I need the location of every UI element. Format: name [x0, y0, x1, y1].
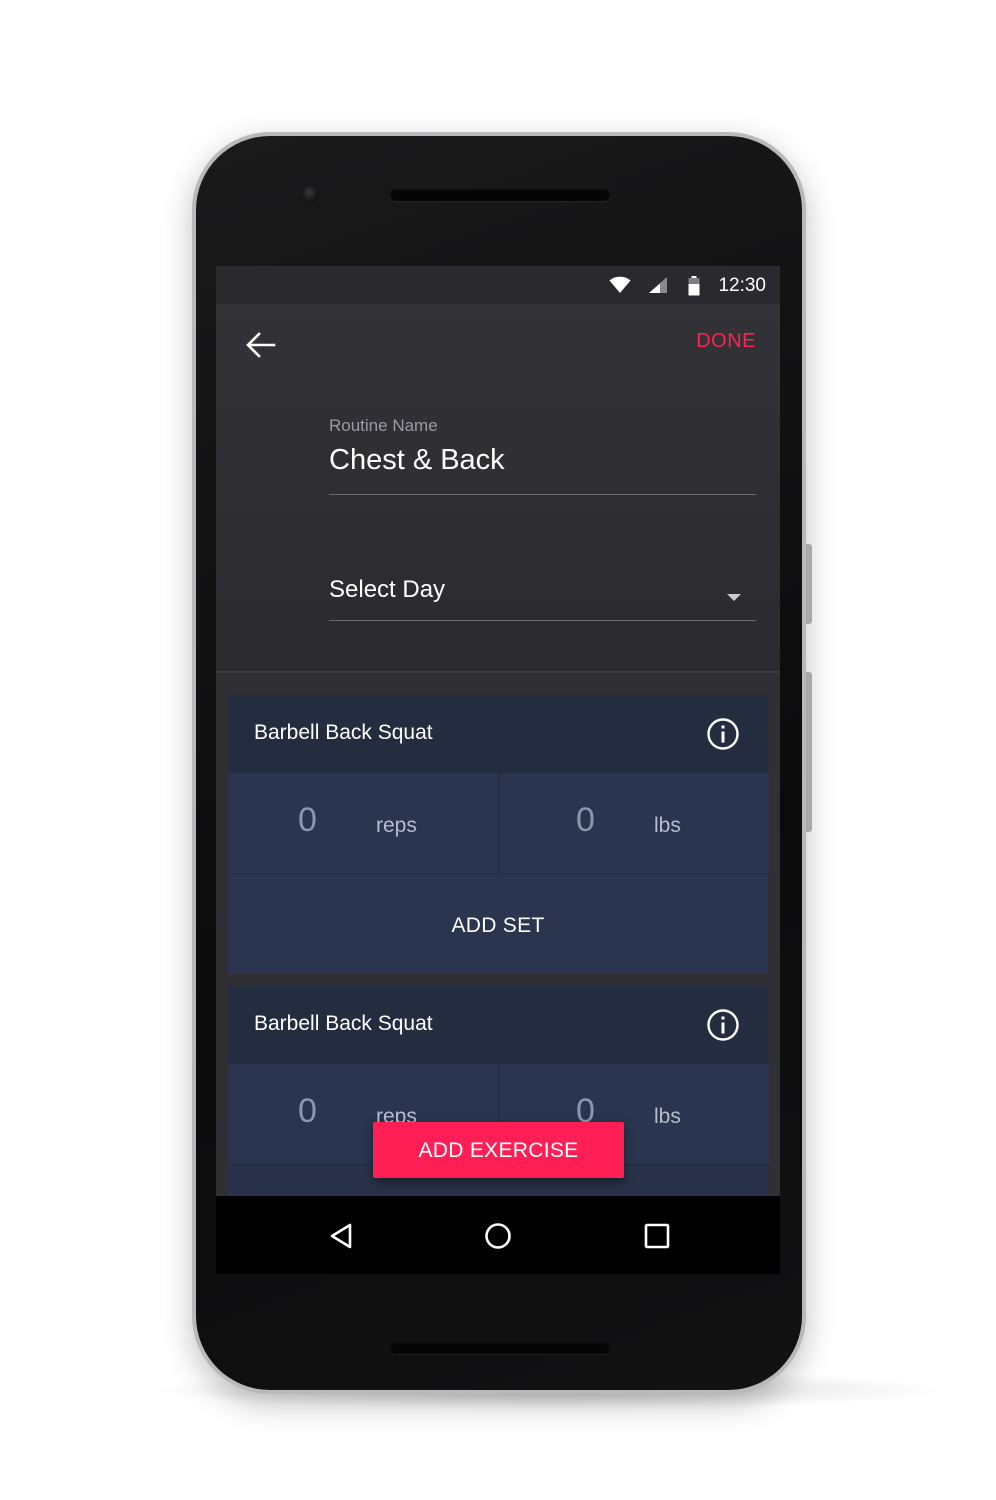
exercise-card: Barbell Back Squat 0 reps 0 lbs ADD SET [228, 695, 769, 974]
exercise-list: Barbell Back Squat 0 reps 0 lbs ADD SET [216, 673, 780, 1196]
add-exercise-button[interactable]: ADD EXERCISE [373, 1122, 624, 1178]
reps-unit: reps [376, 814, 417, 837]
weight-unit: lbs [654, 1105, 681, 1128]
system-nav-bar [216, 1196, 780, 1274]
reps-cell: 0 reps [228, 773, 498, 873]
bottom-speaker [390, 1342, 610, 1354]
add-set-button[interactable]: ADD SET [228, 874, 768, 974]
routine-name-underline [329, 494, 756, 495]
volume-button [806, 544, 812, 624]
app-screen: 12:30 DONE Routine Name Chest & Back Sel… [216, 266, 780, 1196]
home-circle-icon[interactable] [478, 1216, 518, 1256]
front-camera [303, 186, 319, 202]
info-icon[interactable] [706, 717, 740, 751]
exercise-card-header: Barbell Back Squat [228, 695, 768, 773]
select-day-dropdown[interactable]: Select Day [329, 576, 445, 604]
weight-unit: lbs [654, 814, 681, 837]
info-icon[interactable] [706, 1008, 740, 1042]
wifi-icon [609, 276, 631, 293]
cell-signal-icon [649, 277, 667, 293]
done-button[interactable]: DONE [696, 330, 756, 353]
routine-name-label: Routine Name [329, 416, 438, 435]
weight-cell: 0 lbs [499, 773, 769, 873]
weight-input[interactable]: 0 [576, 801, 595, 840]
exercise-title: Barbell Back Squat [254, 721, 433, 744]
power-button [806, 672, 812, 832]
routine-name-input[interactable]: Chest & Back [329, 444, 505, 477]
exercise-title: Barbell Back Squat [254, 1012, 433, 1035]
battery-icon [688, 276, 700, 296]
back-triangle-icon[interactable] [321, 1216, 361, 1256]
dropdown-arrow-icon[interactable] [727, 594, 741, 601]
arrow-back-icon[interactable] [244, 328, 278, 362]
reps-input[interactable]: 0 [298, 1092, 317, 1131]
select-day-underline [329, 620, 756, 621]
status-bar: 12:30 [216, 266, 780, 304]
exercise-card-header: Barbell Back Squat [228, 986, 768, 1064]
recents-square-icon[interactable] [637, 1216, 677, 1256]
reps-input[interactable]: 0 [298, 801, 317, 840]
routine-header: DONE Routine Name Chest & Back Select Da… [216, 304, 780, 672]
top-speaker [390, 189, 610, 201]
status-time: 12:30 [718, 275, 766, 296]
